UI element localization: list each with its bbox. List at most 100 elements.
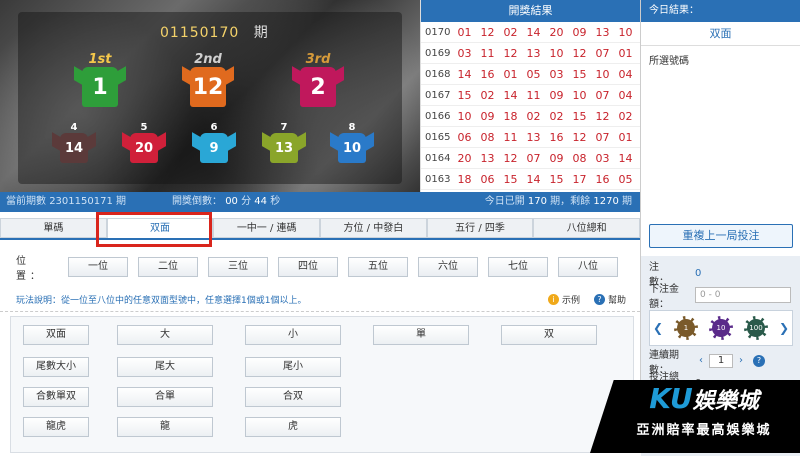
option-sum-odd[interactable]: 合單 (117, 387, 213, 407)
option-sum-parity[interactable]: 合數單双 (23, 387, 89, 407)
result-ball: 13 (480, 151, 495, 165)
option-tiger[interactable]: 虎 (245, 417, 341, 437)
chevron-right-icon[interactable]: ❯ (779, 321, 789, 335)
option-small[interactable]: 小 (245, 325, 341, 345)
result-ball: 01 (503, 67, 518, 81)
tab-sum[interactable]: 八位總和 (533, 218, 641, 238)
result-ball: 05 (526, 67, 541, 81)
jersey-4: 14 (60, 133, 88, 163)
result-ball: 08 (572, 151, 587, 165)
chip-100[interactable]: 100 (743, 316, 768, 340)
example-link[interactable]: i 示例 (547, 293, 580, 306)
result-ball: 03 (549, 67, 564, 81)
countdown: 開獎倒數： 00 分 44 秒 (172, 196, 281, 207)
result-ball: 08 (480, 130, 495, 144)
option-double-header[interactable]: 双面 (23, 325, 89, 345)
result-ball: 12 (503, 151, 518, 165)
today-result-header: 今日結果： (641, 0, 800, 22)
result-ball: 14 (526, 172, 541, 186)
increment-icon[interactable]: › (735, 354, 747, 368)
option-tail-small[interactable]: 尾小 (245, 357, 341, 377)
option-dragon[interactable]: 龍 (117, 417, 213, 437)
decrement-icon[interactable]: ‹ (695, 354, 707, 368)
tab-single[interactable]: 單碼 (0, 218, 107, 238)
result-ball: 12 (595, 109, 610, 123)
status-bar: 當前期數 2301150171 期 開獎倒數： 00 分 44 秒 今日已開 1… (0, 192, 640, 212)
result-issue: 0165 (425, 131, 451, 143)
result-ball: 17 (572, 172, 587, 186)
help-icon: ? (593, 294, 605, 305)
result-ball: 10 (549, 46, 564, 60)
tab-combo[interactable]: 一中一 / 連碼 (213, 218, 321, 238)
repeat-last-bet-button[interactable]: 重複上一局投注 (649, 224, 793, 248)
tab-double[interactable]: 双面 (106, 218, 214, 238)
result-ball: 02 (618, 109, 633, 123)
result-row: 0168 14 16 01 05 03 15 10 04 (421, 64, 640, 85)
result-ball: 02 (549, 109, 564, 123)
chip-1[interactable]: 1 (674, 316, 699, 340)
help-icon[interactable]: ? (753, 355, 765, 367)
bet-amount-input[interactable]: 0 - 0 (695, 287, 791, 303)
result-ball: 07 (526, 151, 541, 165)
result-ball: 15 (503, 172, 518, 186)
result-ball: 07 (595, 130, 610, 144)
result-row: 0167 15 02 14 11 09 10 07 04 (421, 85, 640, 106)
option-even[interactable]: 双 (501, 325, 597, 345)
tab-direction[interactable]: 方位 / 中發白 (320, 218, 427, 238)
info-icon: i (547, 294, 559, 305)
position-6-button[interactable]: 六位 (418, 257, 478, 277)
position-4-button[interactable]: 四位 (278, 257, 338, 277)
result-ball: 09 (572, 25, 587, 39)
result-ball: 11 (480, 46, 495, 60)
results-title: 開獎結果 (421, 0, 640, 22)
position-2-button[interactable]: 二位 (138, 257, 198, 277)
position-8-button[interactable]: 八位 (558, 257, 618, 277)
jersey-6: 9 (200, 133, 228, 163)
periods-value[interactable]: 1 (709, 354, 733, 368)
result-ball: 01 (618, 46, 633, 60)
jersey-2: 12 (190, 67, 226, 107)
draw-banner: 01150170 期 1st 1 2nd 12 3rd 2 4 14 5 20 … (0, 0, 420, 192)
result-ball: 02 (480, 88, 495, 102)
result-ball: 11 (526, 88, 541, 102)
result-ball: 10 (572, 88, 587, 102)
result-ball: 02 (526, 109, 541, 123)
position-3-button[interactable]: 三位 (208, 257, 268, 277)
option-tail-big[interactable]: 尾大 (117, 357, 213, 377)
result-ball: 07 (595, 46, 610, 60)
position-7-button[interactable]: 七位 (488, 257, 548, 277)
trophy-icon: 2nd (194, 52, 222, 67)
result-ball: 14 (457, 67, 472, 81)
result-ball: 07 (595, 88, 610, 102)
result-issue: 0167 (425, 89, 451, 101)
result-row: 0166 10 09 18 02 02 15 12 02 (421, 106, 640, 127)
result-ball: 12 (480, 25, 495, 39)
tab-elements[interactable]: 五行 / 四季 (426, 218, 534, 238)
chevron-left-icon[interactable]: ❮ (653, 321, 663, 335)
result-row: 0169 03 11 12 13 10 12 07 01 (421, 43, 640, 64)
option-big[interactable]: 大 (117, 325, 213, 345)
option-dragon-tiger[interactable]: 龍虎 (23, 417, 89, 437)
result-ball: 14 (526, 25, 541, 39)
bet-options: 双面 大 小 單 双 尾數大小 尾大 尾小 合數單双 合單 合双 龍虎 龍 虎 (10, 316, 634, 453)
position-1-button[interactable]: 一位 (68, 257, 128, 277)
place-1: 1st 1 (82, 52, 118, 107)
option-sum-even[interactable]: 合双 (245, 387, 341, 407)
result-ball: 03 (457, 46, 472, 60)
jersey-7: 13 (270, 133, 298, 163)
result-row: 0163 18 06 15 14 15 17 16 05 (421, 169, 640, 190)
results-table: 開獎結果 0170 01 12 02 14 20 09 13 10 0169 03 11 12 13 10 1… (420, 0, 640, 192)
chip-10[interactable]: 10 (709, 316, 733, 340)
position-5-button[interactable]: 五位 (348, 257, 408, 277)
result-ball: 14 (503, 88, 518, 102)
result-ball: 10 (618, 25, 633, 39)
result-row: 0165 06 08 11 13 16 12 07 01 (421, 127, 640, 148)
help-link[interactable]: ? 幫助 (593, 293, 626, 306)
option-odd[interactable]: 單 (373, 325, 469, 345)
result-ball: 10 (457, 109, 472, 123)
option-tail-size[interactable]: 尾數大小 (23, 357, 89, 377)
result-ball: 13 (526, 46, 541, 60)
play-description: 玩法說明：從一位至八位中的任意双面型號中，任意選擇1個或1個以上。 i 示例 ?… (0, 288, 640, 312)
result-ball: 01 (457, 25, 472, 39)
result-ball: 18 (457, 172, 472, 186)
